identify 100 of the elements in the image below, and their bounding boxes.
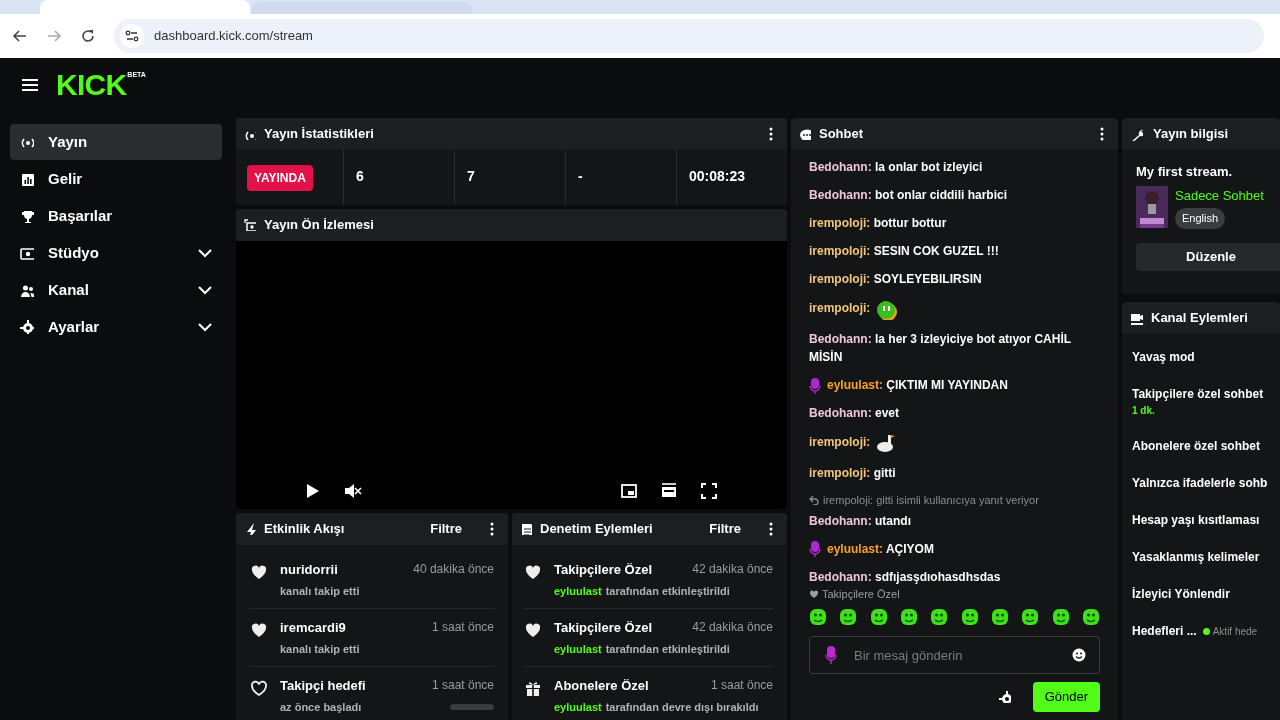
panel-title: Sohbet [819, 125, 865, 144]
emote-button[interactable] [869, 608, 888, 626]
smiley-icon [1072, 648, 1086, 662]
channel-action-label[interactable]: Yavaş mod [1132, 348, 1195, 366]
lightning-icon [244, 523, 256, 535]
more-icon [769, 127, 773, 141]
chat-message: irempoloji: SESIN COK GUZEL !!! [809, 243, 1000, 260]
more-icon [490, 522, 494, 536]
emote-button[interactable] [1021, 608, 1040, 626]
action-title: Abonelere Özel [554, 677, 649, 695]
panel-title: Kanal Eylemleri [1151, 309, 1248, 328]
channel-action-label[interactable]: Hesap yaşı kısıtlaması [1132, 511, 1260, 529]
chat-message: Bedohann: sdfıjasşdıohasdhsdas [809, 568, 1002, 586]
camera-icon [20, 246, 34, 260]
emote-section-label: Takipçilere Özel [809, 585, 1100, 602]
event-title: Takipçi hedefi [280, 677, 366, 695]
action-detail: tarafından devre dışı bırakıldı [605, 699, 759, 715]
mute-button[interactable] [344, 483, 362, 499]
emote-button[interactable] [900, 608, 918, 626]
panel-title: Etkinlik Akışı [264, 520, 346, 539]
stat-value: 00:08:23 [689, 168, 746, 184]
emote-button[interactable] [930, 608, 949, 626]
reply-icon [809, 495, 819, 506]
emote-button[interactable] [839, 608, 858, 626]
sidebar-item[interactable]: Başarılar [10, 198, 222, 234]
heart-outline-icon [250, 679, 268, 697]
event-time: 1 saat önce [431, 619, 494, 636]
sidebar-item[interactable]: Stüdyo [10, 235, 222, 271]
microphone-icon [825, 646, 837, 664]
message-input[interactable]: Bir mesaj gönderin [809, 636, 1100, 674]
chat-message: eyluulast: AÇIYOM [809, 539, 1094, 558]
pip-button[interactable] [621, 483, 637, 499]
chat-message: Bedohann: bot onlar ciddili harbici [809, 187, 1009, 204]
stat-value: - [578, 168, 583, 184]
smiley-emote-icon [990, 608, 1009, 626]
chat-username: irempoloji: [809, 466, 871, 480]
heart-icon [809, 588, 819, 599]
reload-icon [80, 28, 96, 44]
channel-action-label[interactable]: Takipçilere özel sohbet [1132, 385, 1264, 403]
more-icon [1100, 127, 1104, 141]
back-icon [12, 28, 28, 44]
channel-action-label[interactable]: Hedefleri ... [1132, 622, 1197, 640]
heart-icon [250, 621, 268, 639]
chat-username: Bedohann: [809, 160, 872, 174]
channel-action-label[interactable]: Abonelere özel sohbet [1132, 437, 1261, 455]
action-detail: tarafından etkinleştirildi [605, 641, 730, 657]
sidebar-item[interactable]: Kanal [10, 272, 222, 308]
trophy-icon [20, 209, 34, 223]
send-button[interactable]: Gönder [1032, 682, 1100, 712]
event-title: nuridorrii [280, 561, 338, 579]
action-title: Takipçilere Özel [554, 561, 653, 579]
sidebar-item[interactable]: Gelir [10, 161, 222, 197]
moderator-name: eyluulast [554, 641, 602, 657]
chat-message: irempoloji: SOYLEYEBILIRSIN [809, 271, 983, 288]
play-button[interactable] [306, 483, 320, 499]
panel-title: Denetim Eylemleri [540, 520, 654, 539]
reply-context: irempoloji: gitti isimli kullanıcıya yanıt veriyor [809, 492, 1094, 509]
chat-username: Bedohann: [809, 569, 872, 584]
theater-button[interactable] [661, 483, 677, 499]
document-icon [520, 523, 532, 535]
chat-message: eyluulast: ÇIKTIM MI YAYINDAN [809, 376, 1094, 394]
chat-username: Bedohann: [809, 406, 872, 420]
channel-action-label[interactable]: Yasaklanmış kelimeler [1132, 548, 1260, 566]
emote-button[interactable] [1051, 608, 1070, 626]
channel-action-label[interactable]: Yalnızca ifadelerle sohb [1132, 474, 1268, 492]
menu-icon [22, 78, 38, 92]
chat-username: eyluulast: [827, 541, 883, 556]
filter-button[interactable]: Filtre [709, 519, 741, 539]
fullscreen-button[interactable] [701, 483, 717, 499]
event-detail: az önce başladı [280, 699, 362, 715]
event-time: 40 dakika önce [413, 561, 494, 578]
action-detail: tarafından etkinleştirildi [605, 583, 730, 599]
channel-action-label[interactable]: İzleyici Yönlendir [1132, 585, 1230, 603]
emote-button[interactable] [809, 608, 827, 626]
camera-list-icon [1130, 311, 1143, 325]
edit-button[interactable]: Düzenle [1136, 242, 1280, 271]
chat-username: eyluulast: [827, 378, 883, 392]
address-bar[interactable]: dashboard.kick.com/stream [114, 19, 1264, 53]
chat-message: Bedohann: la her 3 izleyiciye bot atıyor CAHİL MİSİN [809, 331, 1072, 366]
chat-username: irempoloji: [809, 216, 871, 230]
forward-icon [46, 28, 62, 44]
emote-button[interactable] [1081, 608, 1100, 626]
smiley-emote-icon [839, 608, 858, 626]
action-time: 1 saat önce [710, 677, 773, 694]
sidebar-item[interactable]: Yayın [10, 124, 222, 160]
event-title: iremcardi9 [280, 619, 346, 637]
theater-icon [661, 483, 677, 499]
sidebar-item[interactable]: Ayarlar [10, 309, 222, 345]
filter-button[interactable]: Filtre [430, 519, 462, 539]
category-link[interactable]: Sadece Sohbet [1175, 185, 1264, 205]
chat-username: irempoloji: [809, 244, 871, 258]
event-detail: kanalı takip etti [280, 641, 360, 657]
emote-button[interactable] [990, 608, 1009, 626]
smiley-emote-icon [809, 608, 827, 626]
live-badge: YAYINDA [247, 164, 313, 191]
smiley-emote-icon [960, 608, 979, 626]
moderator-name: eyluulast [554, 583, 602, 599]
emote-button[interactable] [960, 608, 979, 626]
logo-text: KICK [56, 70, 127, 100]
language-tag: English [1175, 208, 1226, 229]
